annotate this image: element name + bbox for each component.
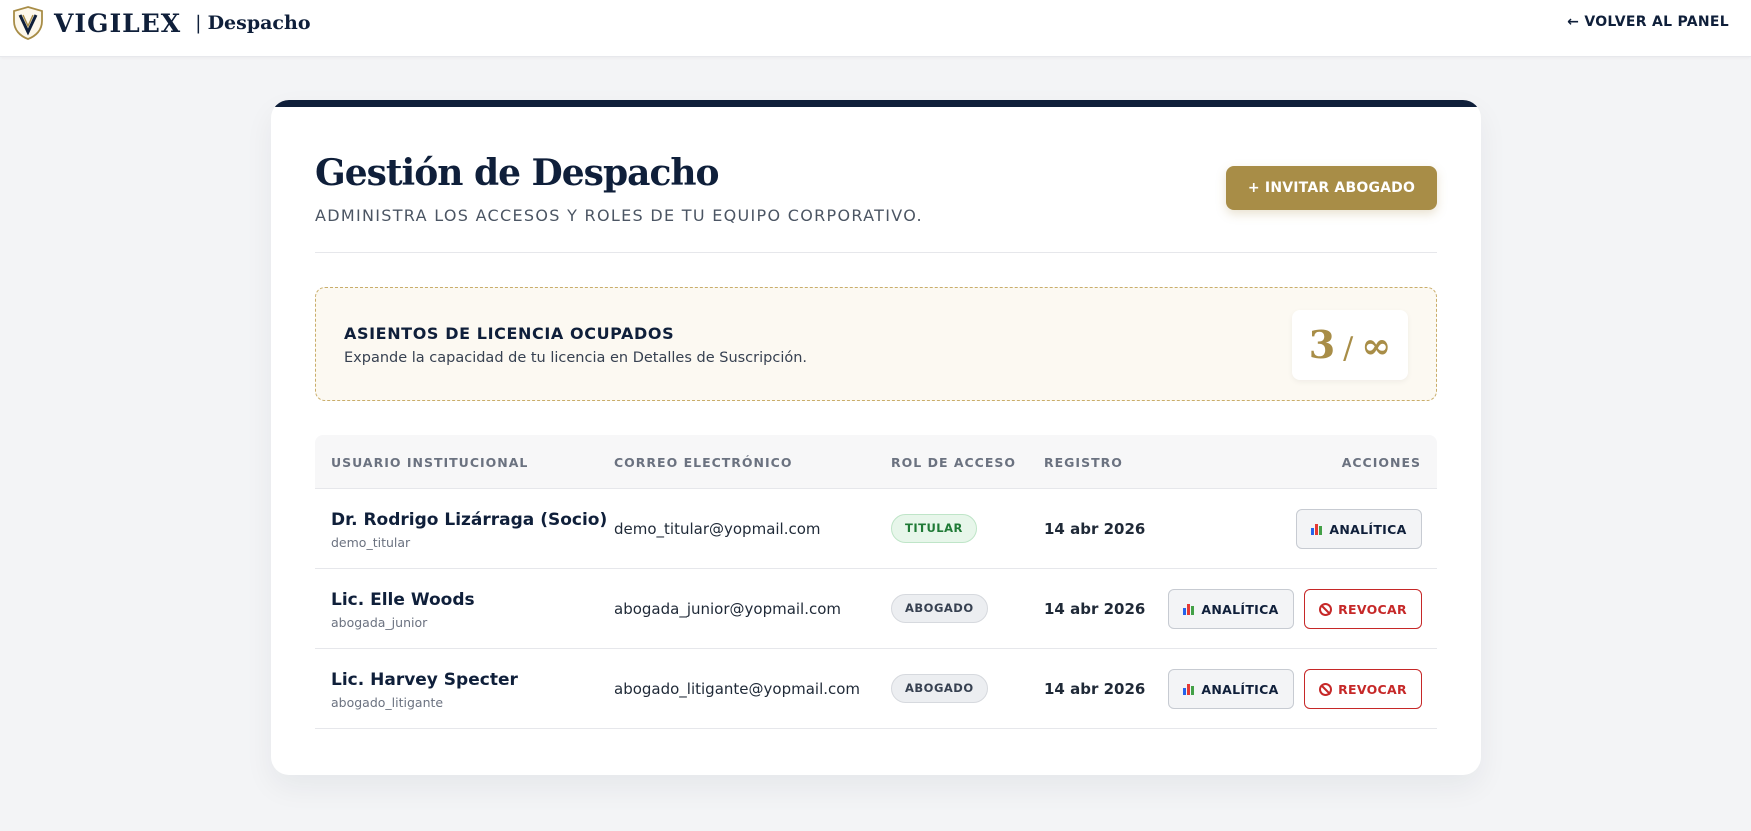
- role-badge: TITULAR: [891, 514, 977, 543]
- column-header-registered: REGISTRO: [1044, 455, 1123, 470]
- license-description: Expande la capacidad de tu licencia en D…: [344, 350, 808, 366]
- user-name: Lic. Elle Woods: [331, 590, 475, 610]
- revoke-button[interactable]: REVOCAR: [1304, 669, 1422, 709]
- back-to-panel-link[interactable]: ← VOLVER AL PANEL: [1567, 14, 1729, 30]
- invite-lawyer-button[interactable]: + INVITAR ABOGADO: [1226, 166, 1437, 210]
- prohibited-icon: [1319, 602, 1333, 616]
- table-row: Lic. Elle Woods abogada_junior abogada_j…: [315, 569, 1437, 649]
- role-badge: ABOGADO: [891, 594, 988, 623]
- bar-chart-icon: [1183, 603, 1195, 615]
- user-email: demo_titular@yopmail.com: [614, 520, 821, 538]
- revoke-label: REVOCAR: [1338, 601, 1407, 617]
- analytics-label: ANALÍTICA: [1329, 521, 1407, 537]
- analytics-label: ANALÍTICA: [1201, 681, 1279, 697]
- top-bar: VIGILEX | Despacho ← VOLVER AL PANEL: [0, 0, 1751, 57]
- column-header-user: USUARIO INSTITUCIONAL: [331, 455, 529, 470]
- seats-slash: /: [1343, 331, 1354, 366]
- user-name: Dr. Rodrigo Lizárraga (Socio): [331, 510, 608, 530]
- brand-separator: |: [195, 12, 202, 34]
- page-title: Gestión de Despacho: [315, 152, 720, 194]
- divider: [315, 252, 1437, 253]
- analytics-button[interactable]: ANALÍTICA: [1168, 669, 1294, 709]
- role-badge: ABOGADO: [891, 674, 988, 703]
- user-handle: demo_titular: [331, 535, 411, 550]
- user-email: abogada_junior@yopmail.com: [614, 600, 842, 618]
- table-row: Lic. Harvey Specter abogado_litigante ab…: [315, 649, 1437, 729]
- license-title: ASIENTOS DE LICENCIA OCUPADOS: [344, 324, 675, 343]
- brand[interactable]: VIGILEX | Despacho: [12, 6, 311, 40]
- license-seats-panel: ASIENTOS DE LICENCIA OCUPADOS Expande la…: [315, 287, 1437, 401]
- column-header-actions: ACCIONES: [1341, 455, 1421, 470]
- seats-used: 3: [1308, 322, 1336, 367]
- user-email: abogado_litigante@yopmail.com: [614, 680, 861, 698]
- column-header-email: CORREO ELECTRÓNICO: [614, 455, 793, 470]
- seats-total: ∞: [1361, 325, 1392, 367]
- table-row: Dr. Rodrigo Lizárraga (Socio) demo_titul…: [315, 489, 1437, 569]
- user-handle: abogada_junior: [331, 615, 428, 630]
- bar-chart-icon: [1183, 683, 1195, 695]
- registration-date: 14 abr 2026: [1044, 520, 1146, 538]
- user-name: Lic. Harvey Specter: [331, 670, 518, 690]
- analytics-button[interactable]: ANALÍTICA: [1296, 509, 1422, 549]
- brand-section: Despacho: [207, 12, 311, 34]
- revoke-label: REVOCAR: [1338, 681, 1407, 697]
- page-subtitle: ADMINISTRA LOS ACCESOS Y ROLES DE TU EQU…: [315, 206, 923, 225]
- prohibited-icon: [1319, 682, 1333, 696]
- table-header: USUARIO INSTITUCIONAL CORREO ELECTRÓNICO…: [315, 435, 1437, 489]
- user-handle: abogado_litigante: [331, 695, 444, 710]
- bar-chart-icon: [1311, 523, 1323, 535]
- firm-management-card: Gestión de Despacho ADMINISTRA LOS ACCES…: [271, 100, 1481, 775]
- registration-date: 14 abr 2026: [1044, 680, 1146, 698]
- brand-name: VIGILEX: [54, 8, 182, 38]
- shield-logo-icon: [13, 6, 43, 40]
- analytics-button[interactable]: ANALÍTICA: [1168, 589, 1294, 629]
- column-header-role: ROL DE ACCESO: [891, 455, 1017, 470]
- registration-date: 14 abr 2026: [1044, 600, 1146, 618]
- seats-counter: 3/∞: [1292, 310, 1408, 380]
- analytics-label: ANALÍTICA: [1201, 601, 1279, 617]
- revoke-button[interactable]: REVOCAR: [1304, 589, 1422, 629]
